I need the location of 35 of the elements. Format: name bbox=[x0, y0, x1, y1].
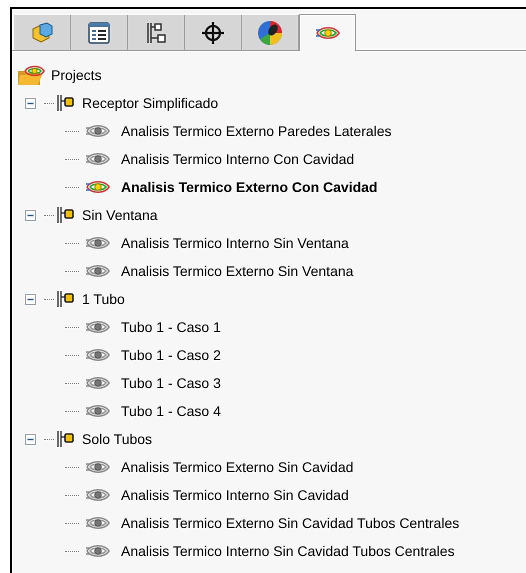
tree-item-label[interactable]: Analisis Termico Externo Sin Cavidad bbox=[121, 456, 354, 478]
assembly-icon bbox=[56, 429, 76, 449]
tree-item-label[interactable]: Analisis Termico Interno Con Cavidad bbox=[121, 148, 354, 170]
tree-item-label[interactable]: Analisis Termico Interno Sin Cavidad Tubos Centrales bbox=[121, 540, 455, 562]
folder-icon bbox=[17, 63, 45, 87]
tab[interactable] bbox=[185, 15, 242, 50]
tree-item-label[interactable]: Tubo 1 - Caso 4 bbox=[121, 400, 221, 422]
tree-item-label[interactable]: 1 Tubo bbox=[82, 288, 125, 310]
tree-item-label[interactable]: Receptor Simplificado bbox=[82, 92, 218, 114]
tree-item-label[interactable]: Tubo 1 - Caso 2 bbox=[121, 344, 221, 366]
tree-item-label[interactable]: Sin Ventana bbox=[82, 204, 158, 226]
tree-item-label[interactable]: Analisis Termico Externo Sin Cavidad Tubos Centrales bbox=[121, 512, 460, 534]
assembly-icon bbox=[56, 93, 76, 113]
tab[interactable] bbox=[71, 15, 128, 50]
collapse-icon[interactable] bbox=[24, 98, 36, 108]
collapse-icon[interactable] bbox=[24, 210, 36, 220]
tree-item-label[interactable]: Analisis Termico Interno Sin Ventana bbox=[121, 232, 349, 254]
crosshair-icon bbox=[201, 20, 225, 44]
tree-item-label[interactable]: Analisis Termico Interno Sin Cavidad bbox=[121, 484, 349, 506]
tab[interactable] bbox=[242, 15, 299, 50]
tree-item-label[interactable]: Analisis Termico Externo Sin Ventana bbox=[121, 260, 354, 282]
tree-item-label[interactable]: Projects bbox=[51, 64, 102, 86]
color-ball-icon bbox=[257, 20, 283, 46]
tree-item-label[interactable]: Analisis Termico Externo Con Cavidad bbox=[121, 176, 378, 198]
collapse-icon[interactable] bbox=[24, 434, 36, 444]
tree-item-label[interactable]: Analisis Termico Externo Paredes Laterales bbox=[121, 120, 392, 142]
collapse-icon[interactable] bbox=[24, 294, 36, 304]
tree-item-label[interactable]: Tubo 1 - Caso 1 bbox=[121, 316, 221, 338]
list-icon bbox=[87, 20, 111, 44]
tree-item-label[interactable]: Solo Tubos bbox=[82, 428, 152, 450]
assembly-icon bbox=[56, 205, 76, 225]
tree-item-label[interactable]: Tubo 1 - Caso 3 bbox=[121, 372, 221, 394]
cube-icon bbox=[30, 20, 54, 44]
tab[interactable] bbox=[128, 15, 185, 50]
assembly-icon bbox=[56, 289, 76, 309]
